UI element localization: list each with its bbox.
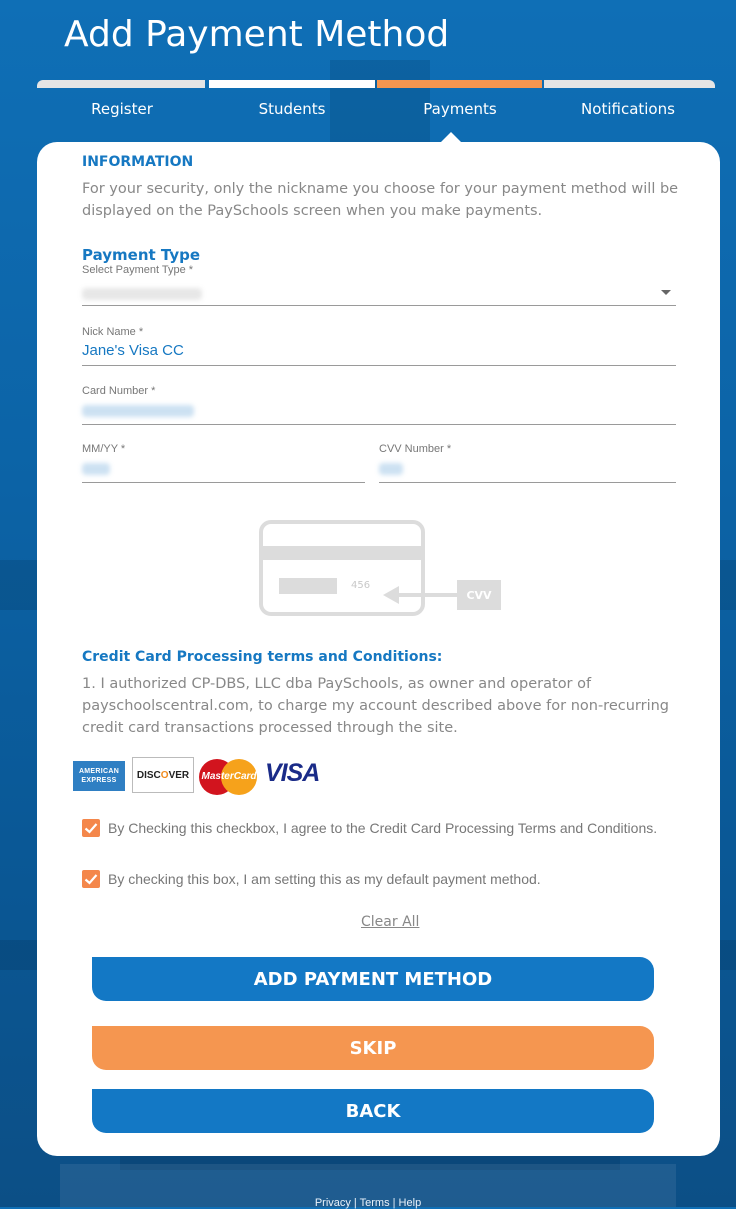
card-number-field[interactable]: Card Number * bbox=[82, 385, 676, 427]
cvv-value-redacted bbox=[379, 463, 403, 475]
card-number-label: Card Number * bbox=[82, 385, 156, 397]
payment-type-label: Select Payment Type * bbox=[82, 264, 194, 276]
progress-steps: Register Students Payments Notifications bbox=[37, 80, 715, 130]
amex-logo: AMERICAN EXPRESS bbox=[73, 761, 125, 791]
nickname-label: Nick Name * bbox=[82, 326, 144, 338]
step-bar-notifications bbox=[544, 80, 715, 88]
cvv-field[interactable]: CVV Number * bbox=[379, 443, 676, 485]
back-button[interactable]: BACK bbox=[92, 1089, 654, 1133]
default-method-checkbox-label: By checking this box, I am setting this … bbox=[108, 871, 541, 887]
discover-logo: DISC O VER bbox=[132, 757, 194, 793]
step-bar-payments bbox=[377, 80, 542, 88]
terms-checkbox[interactable] bbox=[82, 819, 100, 837]
visa-logo: VISA bbox=[265, 759, 320, 787]
card-number-value-redacted bbox=[82, 405, 194, 417]
step-bar-register bbox=[37, 80, 205, 88]
card-sample-number: 456 bbox=[351, 580, 371, 591]
nickname-field[interactable]: Nick Name * Jane's Visa CC bbox=[82, 326, 676, 368]
credit-card-cvv-illustration: 456 CVV bbox=[259, 520, 503, 620]
payment-form-card: INFORMATION For your security, only the … bbox=[37, 142, 720, 1156]
skip-button[interactable]: SKIP bbox=[92, 1026, 654, 1070]
step-bar-students bbox=[209, 80, 375, 88]
terms-text: 1. I authorized CP-DBS, LLC dba PaySchoo… bbox=[82, 676, 669, 736]
mastercard-logo: MasterCard bbox=[199, 757, 259, 795]
cvv-label: CVV Number * bbox=[379, 443, 452, 455]
step-students[interactable]: Students bbox=[207, 100, 377, 118]
information-heading: INFORMATION bbox=[82, 154, 194, 170]
checkmark-icon bbox=[84, 823, 98, 834]
page-title: Add Payment Method bbox=[64, 14, 450, 55]
information-text: For your security, only the nickname you… bbox=[82, 181, 679, 219]
expiry-value-redacted bbox=[82, 463, 110, 475]
expiry-label: MM/YY * bbox=[82, 443, 126, 455]
checkmark-icon bbox=[84, 874, 98, 885]
payment-type-heading: Payment Type bbox=[82, 246, 201, 264]
payment-type-value-redacted bbox=[82, 288, 202, 300]
terms-checkbox-label: By Checking this checkbox, I agree to th… bbox=[108, 820, 658, 836]
cvv-tag: CVV bbox=[457, 580, 501, 610]
nickname-value: Jane's Visa CC bbox=[82, 342, 184, 359]
add-payment-method-button[interactable]: ADD PAYMENT METHOD bbox=[92, 957, 654, 1001]
arrow-left-icon bbox=[397, 593, 457, 597]
clear-all-link[interactable]: Clear All bbox=[361, 914, 419, 930]
step-payments[interactable]: Payments bbox=[375, 100, 545, 118]
step-register[interactable]: Register bbox=[37, 100, 207, 118]
card-back-icon: 456 bbox=[259, 520, 425, 616]
chevron-down-icon bbox=[661, 290, 671, 295]
step-notifications[interactable]: Notifications bbox=[543, 100, 713, 118]
payment-type-select[interactable]: Select Payment Type * bbox=[82, 264, 676, 308]
footer-links[interactable]: Privacy | Terms | Help bbox=[0, 1197, 736, 1209]
terms-heading: Credit Card Processing terms and Conditi… bbox=[82, 649, 443, 665]
expiry-field[interactable]: MM/YY * bbox=[82, 443, 365, 485]
default-method-checkbox[interactable] bbox=[82, 870, 100, 888]
